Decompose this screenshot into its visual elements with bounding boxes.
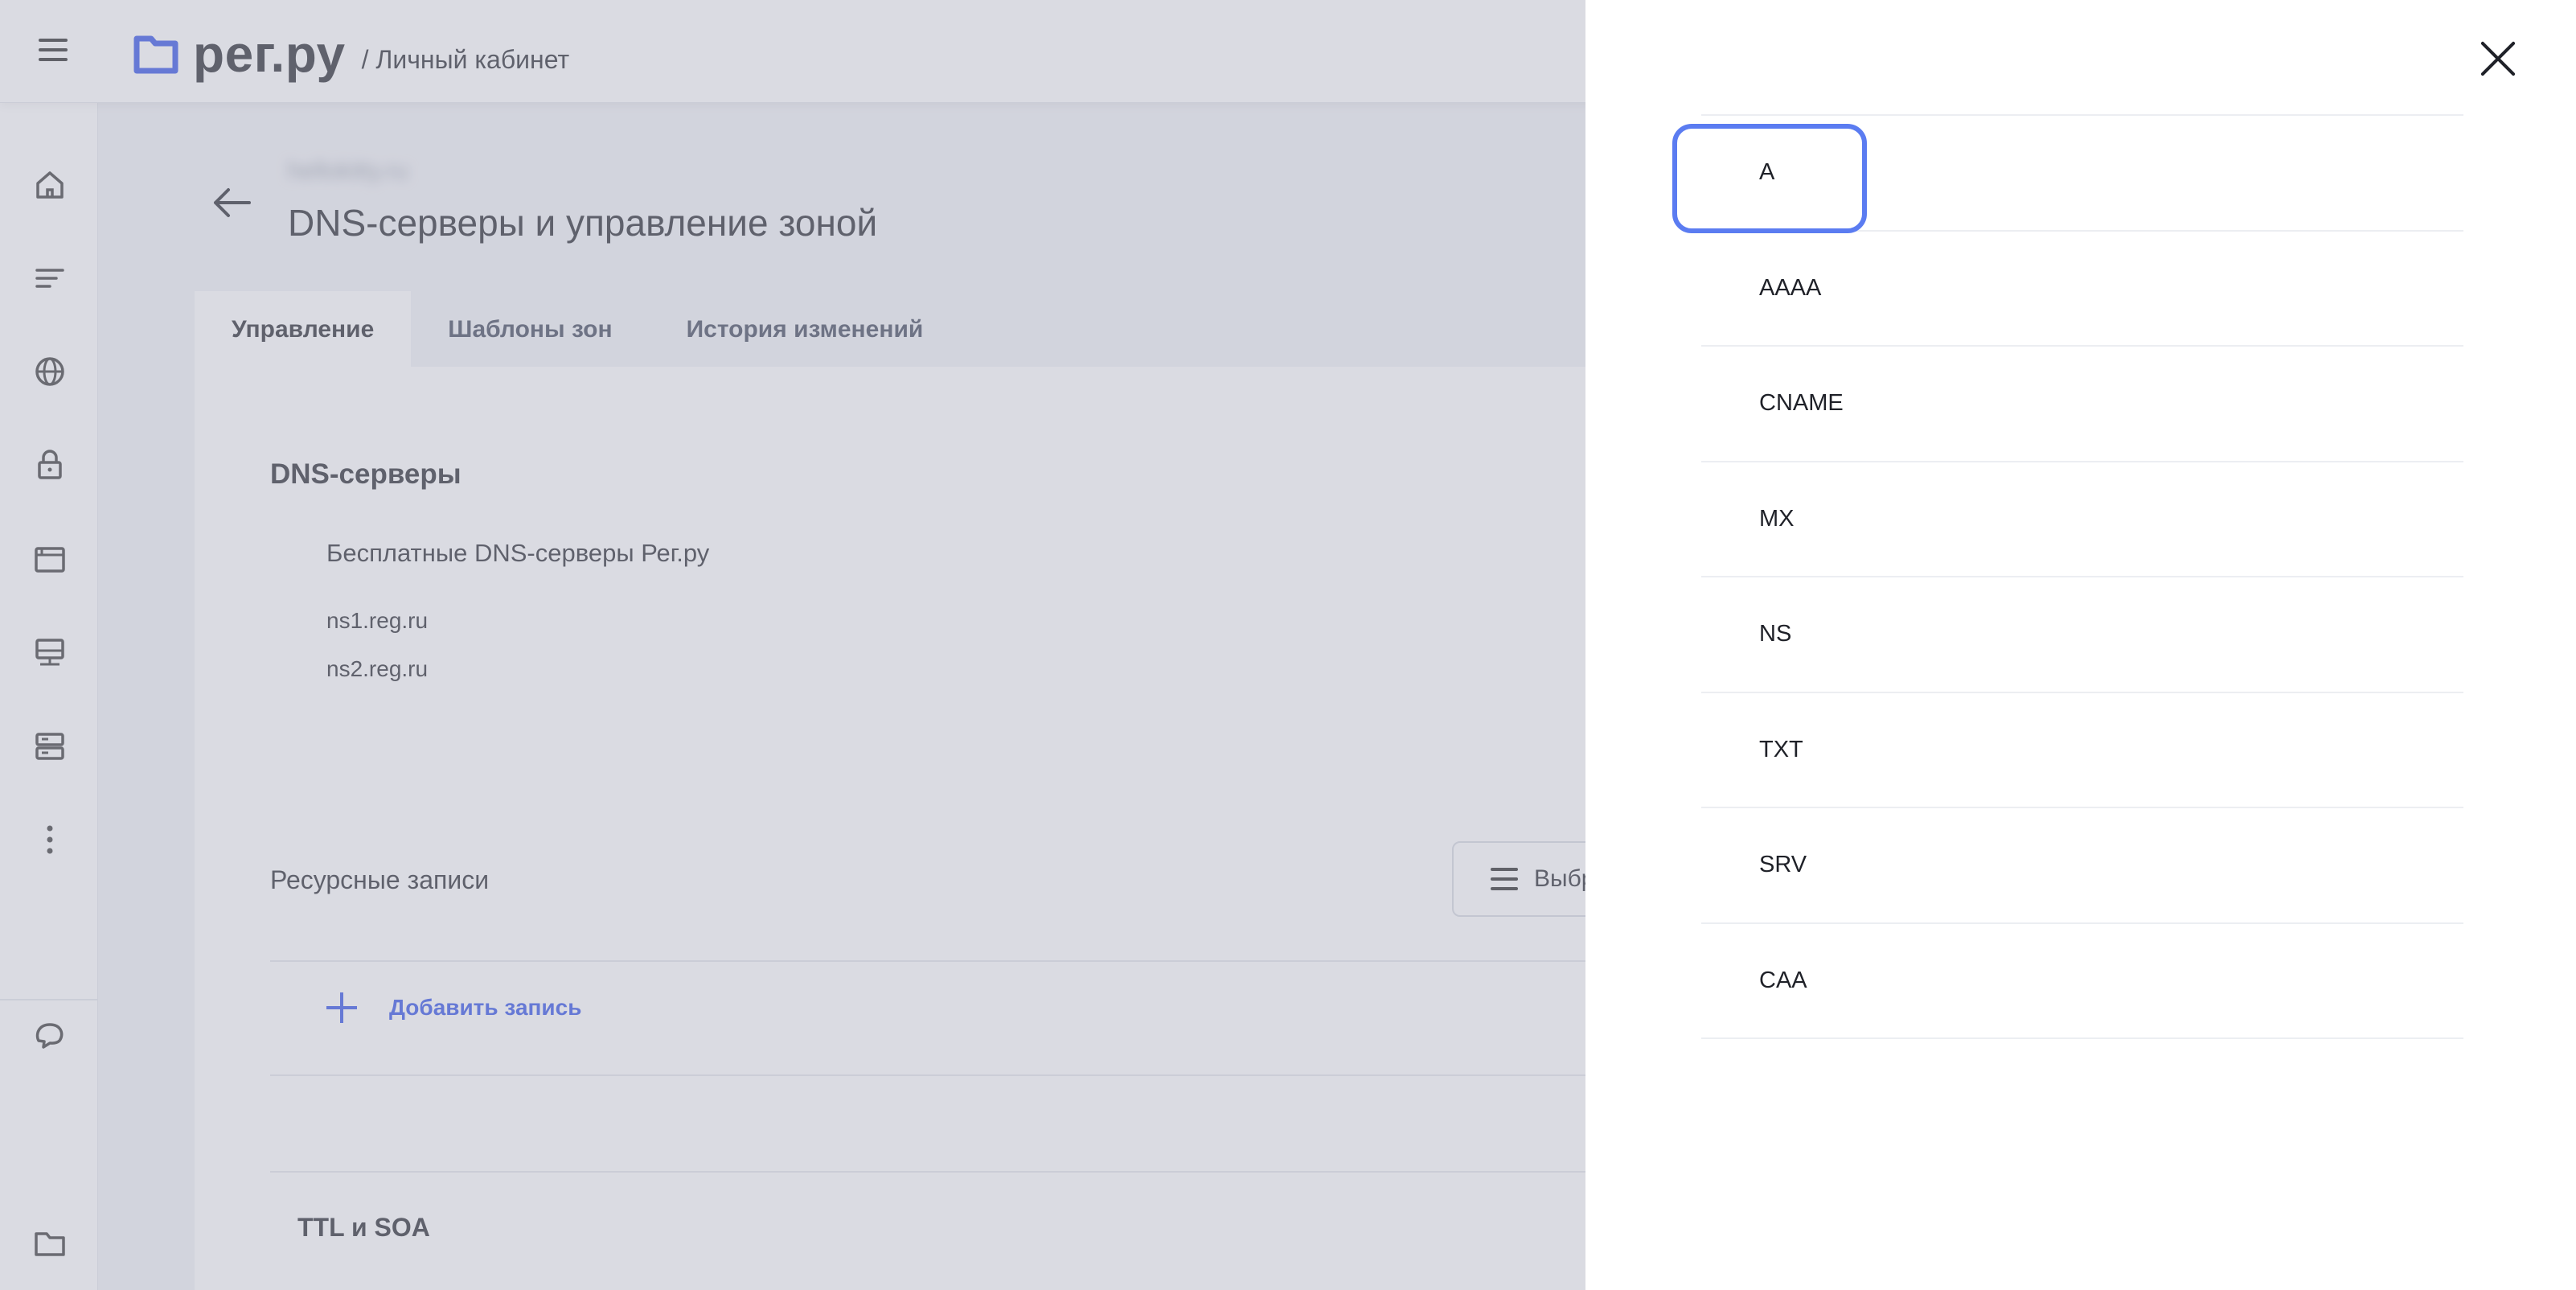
record-type-drawer: A AAAA CNAME MX NS TXT SRV CAA <box>1585 0 2576 1290</box>
record-type-item-a[interactable]: A <box>1672 116 2463 233</box>
record-type-item-txt[interactable]: TXT <box>1701 693 2463 808</box>
record-type-item-ns[interactable]: NS <box>1701 577 2463 693</box>
record-type-item-srv[interactable]: SRV <box>1701 808 2463 924</box>
record-type-list: A AAAA CNAME MX NS TXT SRV CAA <box>1672 114 2463 1039</box>
record-type-item-caa[interactable]: CAA <box>1701 924 2463 1039</box>
modal-backdrop[interactable] <box>0 0 1585 1290</box>
record-type-item-mx[interactable]: MX <box>1701 462 2463 577</box>
close-icon[interactable] <box>2480 40 2517 77</box>
record-type-item-cname[interactable]: CNAME <box>1701 347 2463 462</box>
record-type-item-aaaa[interactable]: AAAA <box>1701 232 2463 347</box>
